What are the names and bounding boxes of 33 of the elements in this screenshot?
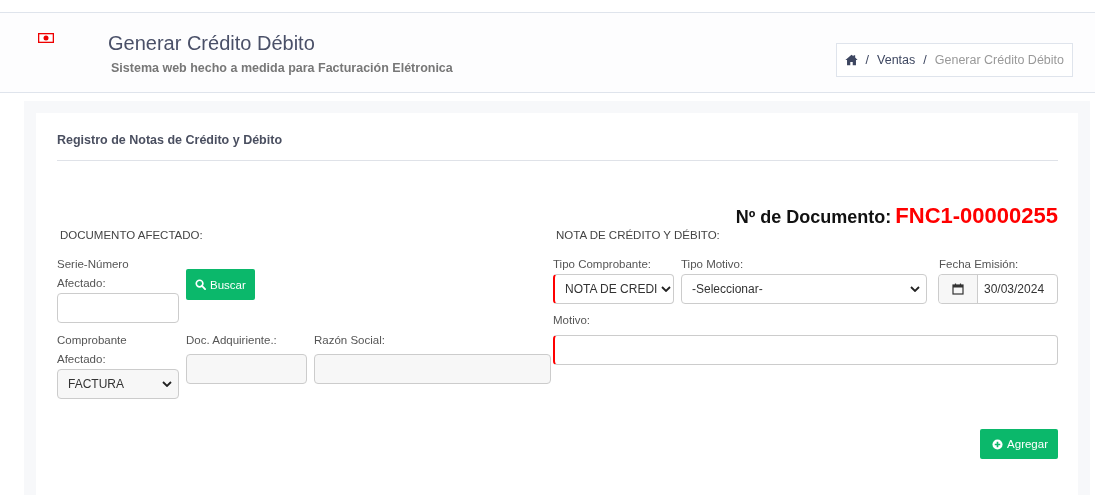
field-label: Razón Social: [314, 333, 386, 348]
input-field[interactable] [57, 293, 179, 323]
input-field[interactable] [314, 354, 551, 384]
field-label: Comprobante Afectado: [57, 333, 128, 367]
breadcrumb-separator: / [865, 53, 870, 67]
section-heading: NOTA DE CRÉDITO Y DÉBITO: [556, 229, 721, 241]
chevron-down-icon [910, 286, 920, 292]
chevron-down-icon [162, 381, 172, 387]
logo-icon [38, 33, 54, 43]
page-subtitle: Sistema web hecho a medida para Facturación Elétronica [111, 61, 454, 75]
select-dropdown[interactable]: NOTA DE CREDI [553, 274, 674, 304]
home-icon[interactable] [844, 54, 858, 66]
card-title: Registro de Notas de Crédito y Débito [57, 133, 284, 147]
input-field[interactable] [553, 335, 1058, 365]
page-title: Generar Crédito Débito [108, 31, 316, 55]
field-label: Tipo Motivo: [681, 257, 745, 272]
breadcrumb-separator: / [923, 53, 927, 67]
field-label: Fecha Emisión: [938, 257, 1020, 272]
document-number: FNC1-00000255 [895, 203, 1058, 229]
select-dropdown[interactable]: -Seleccionar- [681, 274, 927, 304]
document-number-label: Nº de Documento: [735, 207, 892, 228]
select-dropdown[interactable]: FACTURA [57, 369, 179, 399]
chevron-down-icon [661, 286, 672, 292]
section-heading: DOCUMENTO AFECTADO: [60, 229, 204, 241]
field-label: Tipo Comprobante: [553, 257, 652, 272]
breadcrumb-current: Generar Crédito Débito [934, 53, 1064, 67]
field-label: Motivo: [553, 313, 592, 328]
breadcrumb-link[interactable]: Ventas [877, 53, 916, 67]
field-label: Doc. Adquiriente.: [186, 333, 278, 348]
plus-circle-icon [992, 438, 1004, 450]
input-field[interactable] [186, 354, 307, 384]
search-icon [195, 279, 206, 290]
field-label: Serie-Número Afectado: [57, 257, 130, 291]
